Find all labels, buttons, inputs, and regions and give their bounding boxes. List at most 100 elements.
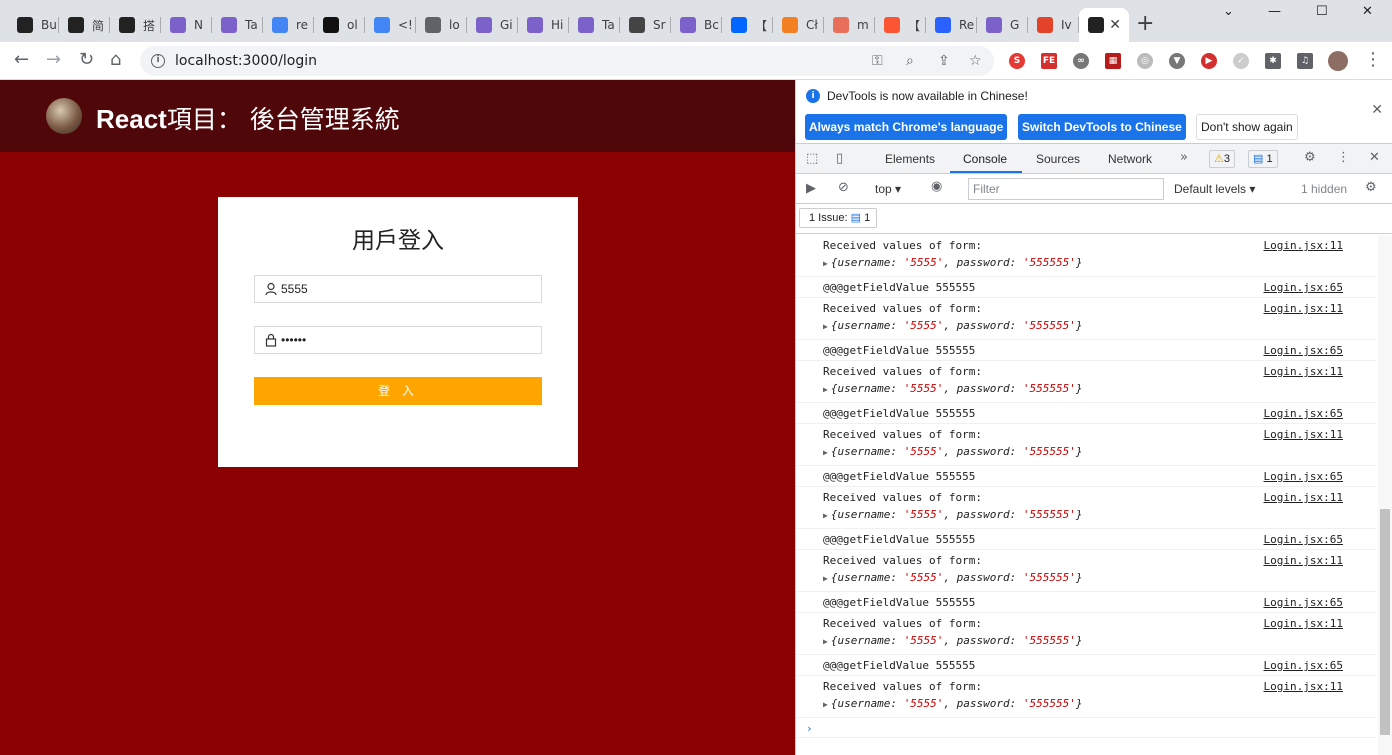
console-message[interactable]: Received values of form: Login.jsx:11 ▶ {us… — [796, 613, 1376, 655]
console-message[interactable]: Received values of form: Login.jsx:11 ▶ {us… — [796, 676, 1376, 718]
console-message[interactable]: Received values of form: Login.jsx:11 ▶ {us… — [796, 361, 1376, 403]
share-icon[interactable]: ⇪ — [938, 53, 950, 69]
expand-triangle-icon[interactable]: ▶ — [823, 637, 828, 646]
clear-console-icon[interactable]: ⊘ — [838, 180, 849, 195]
browser-tab[interactable]: lo — [416, 8, 467, 42]
extension-play-icon[interactable]: ▶ — [1201, 53, 1217, 69]
console-message[interactable]: @@@getFieldValue 555555 Login.jsx:65 — [796, 466, 1376, 487]
new-tab-button[interactable]: + — [1136, 13, 1154, 35]
console-scrollbar-thumb[interactable] — [1380, 509, 1390, 735]
browser-tab[interactable]: 搭 — [110, 8, 161, 42]
device-toolbar-icon[interactable]: ▯ — [836, 151, 843, 166]
object-preview[interactable]: ▶ {username: '5555', password: '555555'} — [823, 319, 1083, 332]
extensions-puzzle-icon[interactable]: ✱ — [1265, 53, 1281, 69]
extension-circle-icon[interactable]: ◎ — [1137, 53, 1153, 69]
close-window-button[interactable]: ✕ — [1362, 4, 1373, 19]
object-preview[interactable]: ▶ {username: '5555', password: '555555'} — [823, 634, 1083, 647]
console-scrollbar[interactable] — [1378, 235, 1392, 755]
source-link[interactable]: Login.jsx:11 — [1264, 617, 1343, 630]
console-filter-input[interactable]: Filter — [968, 178, 1164, 200]
dont-show-again-button[interactable]: Don't show again — [1196, 114, 1298, 140]
profile-avatar[interactable] — [1328, 51, 1348, 71]
username-value[interactable]: 5555 — [281, 282, 308, 296]
reload-icon[interactable]: ↻ — [79, 50, 94, 70]
browser-tab[interactable]: Gi — [467, 8, 518, 42]
console-message[interactable]: Received values of form: Login.jsx:11 ▶ {us… — [796, 235, 1376, 277]
console-message[interactable]: @@@getFieldValue 555555 Login.jsx:65 — [796, 655, 1376, 676]
source-link[interactable]: Login.jsx:11 — [1264, 680, 1343, 693]
object-preview[interactable]: ▶ {username: '5555', password: '555555'} — [823, 382, 1083, 395]
close-tab-icon[interactable]: ✕ — [1109, 17, 1121, 33]
console-message[interactable]: Received values of form: Login.jsx:11 ▶ {us… — [796, 424, 1376, 466]
expand-triangle-icon[interactable]: ▶ — [823, 448, 828, 457]
console-message[interactable]: @@@getFieldValue 555555 Login.jsx:65 — [796, 592, 1376, 613]
browser-tab[interactable]: Hi — [518, 8, 569, 42]
browser-tab[interactable]: 【 — [875, 8, 926, 42]
browser-tab-active[interactable]: ✕ — [1079, 8, 1129, 42]
source-link[interactable]: Login.jsx:11 — [1264, 239, 1343, 252]
browser-tab[interactable]: <! — [365, 8, 416, 42]
inspect-element-icon[interactable]: ⬚ — [806, 151, 818, 166]
menu-kebab-icon[interactable]: ⋮ — [1364, 50, 1382, 70]
home-icon[interactable]: ⌂ — [110, 50, 121, 70]
infobar-close-icon[interactable]: ✕ — [1371, 102, 1383, 118]
key-icon[interactable]: ⚿ — [872, 53, 883, 69]
live-expression-eye-icon[interactable]: ◉ — [931, 179, 942, 194]
browser-tab[interactable]: 【 — [722, 8, 773, 42]
browser-tab[interactable]: Sr — [620, 8, 671, 42]
console-message[interactable]: @@@getFieldValue 555555 Login.jsx:65 — [796, 529, 1376, 550]
password-value[interactable]: •••••• — [281, 333, 306, 347]
expand-triangle-icon[interactable]: ▶ — [823, 511, 828, 520]
expand-triangle-icon[interactable]: ▶ — [823, 574, 828, 583]
extension-vue-icon[interactable]: ▼ — [1169, 53, 1185, 69]
source-link[interactable]: Login.jsx:11 — [1264, 302, 1343, 315]
minimize-button[interactable]: — — [1268, 4, 1281, 19]
extension-link-icon[interactable]: ∞ — [1073, 53, 1089, 69]
extension-fe-icon[interactable]: FE — [1041, 53, 1057, 69]
browser-tab[interactable]: Bu — [8, 8, 59, 42]
object-preview[interactable]: ▶ {username: '5555', password: '555555'} — [823, 508, 1083, 521]
login-submit-button[interactable]: 登 入 — [254, 377, 542, 405]
tab-search-icon[interactable]: ⌄ — [1223, 4, 1234, 19]
source-link[interactable]: Login.jsx:65 — [1264, 344, 1343, 357]
source-link[interactable]: Login.jsx:11 — [1264, 428, 1343, 441]
browser-tab[interactable]: 简 — [59, 8, 110, 42]
forward-arrow-icon[interactable]: → — [46, 50, 61, 70]
console-message[interactable]: @@@getFieldValue 555555 Login.jsx:65 — [796, 340, 1376, 361]
browser-tab[interactable]: G — [977, 8, 1028, 42]
log-levels-dropdown[interactable]: Default levels ▾ — [1174, 182, 1255, 196]
site-info-icon[interactable]: i — [151, 54, 165, 68]
devtools-menu-icon[interactable]: ⋮ — [1337, 150, 1350, 165]
tab-sources[interactable]: Sources — [1036, 152, 1080, 166]
console-message[interactable]: Received values of form: Login.jsx:11 ▶ {us… — [796, 298, 1376, 340]
expand-triangle-icon[interactable]: ▶ — [823, 322, 828, 331]
media-control-icon[interactable]: ♫ — [1297, 53, 1313, 69]
source-link[interactable]: Login.jsx:65 — [1264, 533, 1343, 546]
back-arrow-icon[interactable]: ← — [14, 50, 29, 70]
address-bar[interactable]: i localhost:3000/login ⚿ ⌕ ⇪ ☆ — [140, 46, 994, 76]
source-link[interactable]: Login.jsx:11 — [1264, 554, 1343, 567]
console-message[interactable]: @@@getFieldValue 555555 Login.jsx:65 — [796, 277, 1376, 298]
username-field[interactable]: 5555 — [254, 275, 542, 303]
browser-tab[interactable]: N — [161, 8, 212, 42]
always-match-language-button[interactable]: Always match Chrome's language — [805, 114, 1008, 140]
extension-s-icon[interactable]: S — [1009, 53, 1025, 69]
expand-triangle-icon[interactable]: ▶ — [823, 259, 828, 268]
expand-triangle-icon[interactable]: ▶ — [823, 700, 828, 709]
source-link[interactable]: Login.jsx:65 — [1264, 407, 1343, 420]
tab-network[interactable]: Network — [1108, 152, 1152, 166]
more-tabs-icon[interactable]: » — [1180, 150, 1188, 165]
maximize-button[interactable]: ☐ — [1316, 4, 1328, 19]
browser-tab[interactable]: Cł — [773, 8, 824, 42]
console-settings-gear-icon[interactable]: ⚙ — [1365, 180, 1377, 195]
object-preview[interactable]: ▶ {username: '5555', password: '555555'} — [823, 445, 1083, 458]
browser-tab[interactable]: Ta — [212, 8, 263, 42]
object-preview[interactable]: ▶ {username: '5555', password: '555555'} — [823, 697, 1083, 710]
messages-badge[interactable]: ▤ 1 — [1248, 150, 1278, 168]
browser-tab[interactable]: Re — [926, 8, 977, 42]
settings-gear-icon[interactable]: ⚙ — [1304, 150, 1316, 165]
source-link[interactable]: Login.jsx:65 — [1264, 596, 1343, 609]
source-link[interactable]: Login.jsx:65 — [1264, 281, 1343, 294]
object-preview[interactable]: ▶ {username: '5555', password: '555555'} — [823, 571, 1083, 584]
browser-tab[interactable]: re — [263, 8, 314, 42]
